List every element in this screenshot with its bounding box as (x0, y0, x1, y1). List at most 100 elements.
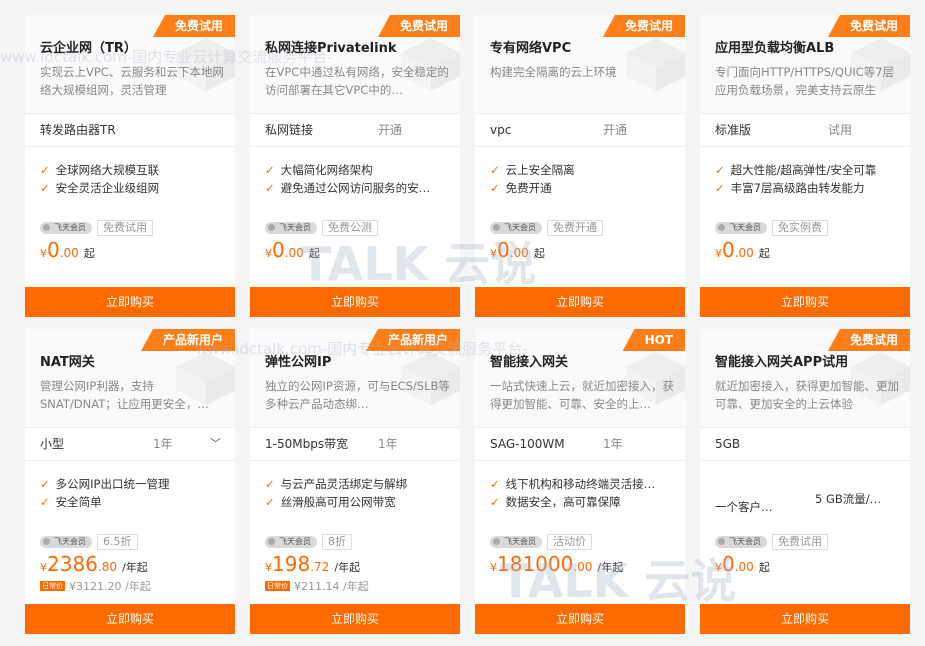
price: ¥198.72 /年起 (265, 552, 361, 576)
product-card: HOT 智能接入网关 一站式快速上云，就近加密接入，获得更加智能、可靠、安全的上… (475, 329, 685, 634)
spec-value: 小型 (40, 437, 65, 451)
spec-selector[interactable]: SAG-100WM 1年 (475, 427, 685, 461)
badge-label: 产品新用户 (140, 329, 235, 351)
original-price-badge: 日常价 (40, 581, 65, 591)
spec-selector[interactable]: 小型 1年 ﹀ (25, 427, 235, 461)
feature-item: 多公网IP出口统一管理 (40, 475, 230, 493)
badge-label: 免费试用 (152, 15, 235, 37)
original-price: 日常价 ¥3121.20 /年起 (40, 580, 151, 593)
spec-value: 5GB (715, 437, 741, 451)
price-area: 飞天会员 免费公测 ¥0.00 起 (265, 220, 455, 262)
product-card: 免费试用 云企业网（TR） 实现云上VPC、云服务和云下本地网络大规模组网，灵活… (25, 15, 235, 317)
feature-item: 安全灵活企业级组网 (40, 179, 230, 197)
price-area: 飞天会员 8折 ¥198.72 /年起 日常价 ¥211.14 /年起 (265, 534, 455, 594)
price: ¥2386.80 /年起 (40, 552, 148, 576)
buy-button[interactable]: 立即购买 (475, 287, 685, 317)
vip-badge: 飞天会员 (715, 536, 767, 548)
spec-selector[interactable]: 1-50Mbps带宽 1年 (250, 427, 460, 461)
product-card: 免费试用 应用型负载均衡ALB 专门面向HTTP/HTTPS/QUIC等7层应用… (700, 15, 910, 317)
price-area: 飞天会员 6.5折 ¥2386.80 /年起 日常价 ¥3121.20 /年起 (40, 534, 230, 594)
vip-badge: 飞天会员 (265, 222, 317, 234)
price: ¥0.00 起 (265, 238, 320, 262)
card-description: 独立的公网IP资源，可与ECS/SLB等多种云产品动态绑… (265, 379, 450, 411)
spec-value: SAG-100WM (490, 437, 565, 451)
badge-label: 免费试用 (602, 15, 685, 37)
card-title[interactable]: 弹性公网IP (265, 351, 331, 370)
buy-button[interactable]: 立即购买 (250, 604, 460, 634)
vip-badge: 飞天会员 (40, 222, 92, 234)
badge-label: 免费试用 (827, 329, 910, 351)
feature-item: 线下机构和移动终端灵活接… (490, 475, 680, 493)
feature-item: 丝滑般高可用公网带宽 (265, 493, 455, 511)
buy-button[interactable]: 立即购买 (475, 604, 685, 634)
card-description: 就近加密接入，获得更加智能、更加可靠、更加安全的上云体验 (715, 379, 899, 411)
price: ¥0.00 起 (715, 552, 770, 576)
vip-badge: 飞天会员 (715, 222, 767, 234)
card-description: 管理公网IP利器，支持SNAT/DNAT；让应用更安全，… (40, 379, 209, 411)
feature-item: 与云产品灵活绑定与解绑 (265, 475, 455, 493)
promo-tag: 免费公测 (322, 220, 378, 236)
promo-tag: 8折 (322, 534, 352, 550)
feature-item: 一个客户… (715, 500, 773, 514)
original-price-badge: 日常价 (265, 581, 290, 591)
product-card: 产品新用户 弹性公网IP 独立的公网IP资源，可与ECS/SLB等多种云产品动态… (250, 329, 460, 634)
card-title[interactable]: 云企业网（TR） (40, 37, 137, 56)
feature-list: 线下机构和移动终端灵活接…数据安全，高可靠保障 (490, 475, 680, 511)
feature-list: 云上安全隔离免费开通 (490, 161, 680, 197)
price-area: 飞天会员 免费开通 ¥0.00 起 (490, 220, 680, 262)
buy-button[interactable]: 立即购买 (250, 287, 460, 317)
card-description: 专门面向HTTP/HTTPS/QUIC等7层应用负载场景，完美支持云原生 (715, 65, 895, 97)
price: ¥0.00 起 (40, 238, 95, 262)
feature-list: 多公网IP出口统一管理安全简单 (40, 475, 230, 511)
product-card: 产品新用户 NAT网关 管理公网IP利器，支持SNAT/DNAT；让应用更安全，… (25, 329, 235, 634)
buy-button[interactable]: 立即购买 (700, 604, 910, 634)
feature-item: 超大性能/超高弹性/安全可靠 (715, 161, 905, 179)
card-description: 在VPC中通过私有网络，安全稳定的访问部署在其它VPC中的… (265, 65, 449, 97)
feature-list: 大幅简化网络架构避免通过公网访问服务的安… (265, 161, 455, 197)
vip-badge: 飞天会员 (490, 536, 542, 548)
feature-item: 全球网络大规模互联 (40, 161, 230, 179)
spec-selector[interactable]: 私网链接 开通 (250, 113, 460, 147)
promo-tag: 免费试用 (772, 534, 828, 550)
price-area: 飞天会员 免费试用 ¥0.00 起 (40, 220, 230, 262)
spec-selector[interactable]: vpc 开通 (475, 113, 685, 147)
price: ¥181000.00 /年起 (490, 552, 624, 576)
promo-tag: 免费试用 (97, 220, 153, 236)
card-title[interactable]: 应用型负载均衡ALB (715, 37, 834, 56)
spec-option: 1年 (153, 437, 173, 451)
product-grid: 免费试用 云企业网（TR） 实现云上VPC、云服务和云下本地网络大规模组网，灵活… (25, 15, 910, 646)
card-title[interactable]: 专有网络VPC (490, 37, 571, 56)
feature-item: 大幅简化网络架构 (265, 161, 455, 179)
price-area: 飞天会员 活动价 ¥181000.00 /年起 (490, 534, 680, 576)
card-description: 一站式快速上云，就近加密接入，获得更加智能、可靠、安全的上… (490, 379, 674, 411)
price: ¥0.00 起 (715, 238, 770, 262)
spec-option: 开通 (378, 123, 403, 137)
spec-option: 试用 (828, 123, 853, 137)
card-title[interactable]: 智能接入网关APP试用 (715, 351, 848, 370)
price-area: 飞天会员 免实例费 ¥0.00 起 (715, 220, 905, 262)
badge-label: 免费试用 (827, 15, 910, 37)
card-title[interactable]: 私网连接Privatelink (265, 37, 397, 56)
feature-item: 避免通过公网访问服务的安… (265, 179, 455, 197)
buy-button[interactable]: 立即购买 (25, 604, 235, 634)
buy-button[interactable]: 立即购买 (700, 287, 910, 317)
chevron-down-icon[interactable]: ﹀ (210, 428, 221, 460)
spec-value: 转发路由器TR (40, 123, 116, 137)
buy-button[interactable]: 立即购买 (25, 287, 235, 317)
card-title[interactable]: NAT网关 (40, 351, 95, 370)
badge-label: 免费试用 (377, 15, 460, 37)
spec-selector[interactable]: 转发路由器TR (25, 113, 235, 147)
feature-list: 超大性能/超高弹性/安全可靠丰富7层高级路由转发能力 (715, 161, 905, 197)
product-card: 免费试用 智能接入网关APP试用 就近加密接入，获得更加智能、更加可靠、更加安全… (700, 329, 910, 634)
price: ¥0.00 起 (490, 238, 545, 262)
spec-selector[interactable]: 标准版 试用 (700, 113, 910, 147)
card-description: 构建完全隔离的云上环境 (490, 65, 617, 79)
vip-badge: 飞天会员 (40, 536, 92, 548)
spec-value: 私网链接 (265, 123, 314, 137)
promo-tag: 活动价 (547, 534, 592, 550)
feature-item: 免费开通 (490, 179, 680, 197)
card-title[interactable]: 智能接入网关 (490, 351, 568, 370)
spec-selector[interactable]: 5GB (700, 427, 910, 461)
product-card: 免费试用 专有网络VPC 构建完全隔离的云上环境 vpc 开通 云上安全隔离免费开… (475, 15, 685, 317)
price-area: 飞天会员 免费试用 ¥0.00 起 (715, 534, 905, 576)
